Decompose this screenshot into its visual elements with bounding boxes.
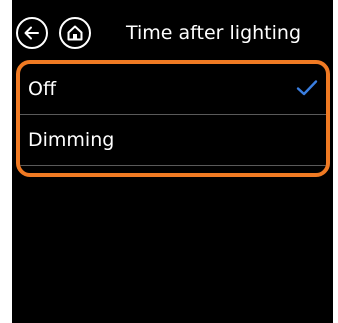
option-dimming[interactable]: Dimming [20, 115, 326, 166]
home-icon [67, 25, 83, 41]
option-label: Dimming [28, 129, 115, 151]
option-off[interactable]: Off [20, 64, 326, 115]
arrow-left-icon [24, 26, 39, 40]
screen: Time after lighting Off Dimming [12, 0, 333, 323]
options-list: Off Dimming [16, 60, 330, 177]
home-button[interactable] [59, 17, 91, 49]
header: Time after lighting [12, 0, 333, 62]
option-label: Off [28, 78, 57, 100]
back-button[interactable] [16, 17, 48, 49]
checkmark-icon [296, 80, 318, 96]
page-title: Time after lighting [126, 22, 302, 44]
